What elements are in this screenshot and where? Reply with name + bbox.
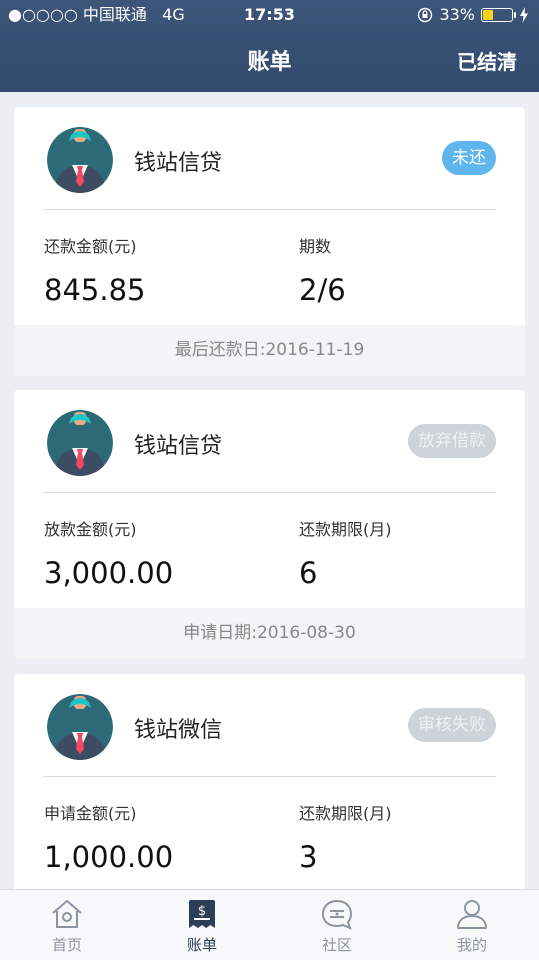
term-value: 2/6 bbox=[299, 273, 346, 307]
tab-profile[interactable]: 我的 bbox=[405, 890, 539, 960]
tab-community[interactable]: 社区 bbox=[270, 890, 404, 960]
bill-card[interactable]: 钱站微信 审核失败 申请金额(元) 还款期限(月) 1,000.00 3 bbox=[14, 674, 525, 892]
status-badge: 未还 bbox=[442, 141, 496, 175]
amount-label: 申请金额(元) bbox=[44, 804, 137, 823]
bill-card[interactable]: 钱站信贷 放弃借款 放款金额(元) 还款期限(月) 3,000.00 6 申请日… bbox=[14, 390, 525, 659]
svg-text:$: $ bbox=[198, 904, 206, 919]
card-footer: 最后还款日:2016-11-19 bbox=[14, 325, 525, 376]
amount-label: 放款金额(元) bbox=[44, 520, 137, 539]
tab-label: 首页 bbox=[51, 936, 82, 954]
settled-button[interactable]: 已结清 bbox=[457, 46, 517, 75]
lender-name: 钱站信贷 bbox=[134, 434, 223, 459]
term-label: 还款期限(月) bbox=[299, 804, 392, 823]
status-bar: ●○○○○ 中国联通 4G 17:53 33% bbox=[0, 0, 539, 30]
chat-icon bbox=[321, 899, 353, 930]
home-icon bbox=[52, 900, 82, 928]
lender-avatar-icon bbox=[47, 410, 113, 476]
tab-label: 账单 bbox=[186, 936, 217, 954]
card-footer: 申请日期:2016-08-30 bbox=[14, 608, 525, 659]
divider bbox=[43, 209, 496, 210]
tab-bill[interactable]: $ 账单 bbox=[135, 890, 269, 960]
tab-bar: 首页 $ 账单 社区 我的 bbox=[0, 889, 539, 960]
divider bbox=[43, 492, 496, 493]
term-label: 还款期限(月) bbox=[299, 520, 392, 539]
term-value: 3 bbox=[299, 840, 318, 874]
divider bbox=[43, 776, 496, 777]
lender-name: 钱站微信 bbox=[134, 718, 223, 743]
status-badge: 审核失败 bbox=[408, 708, 496, 742]
bill-icon: $ bbox=[189, 900, 215, 928]
term-value: 6 bbox=[299, 556, 318, 590]
battery-icon bbox=[481, 8, 516, 22]
amount-value: 845.85 bbox=[44, 273, 146, 307]
bill-card[interactable]: 钱站信贷 未还 还款金额(元) 期数 845.85 2/6 最后还款日:2016… bbox=[14, 107, 525, 376]
tab-label: 社区 bbox=[321, 936, 352, 954]
term-label: 期数 bbox=[299, 237, 332, 256]
tab-label: 我的 bbox=[456, 936, 487, 954]
amount-label: 还款金额(元) bbox=[44, 237, 137, 256]
amount-value: 1,000.00 bbox=[44, 840, 174, 874]
lender-name: 钱站信贷 bbox=[134, 151, 223, 176]
lender-avatar-icon bbox=[47, 127, 113, 193]
app-header: ●○○○○ 中国联通 4G 17:53 33% 账单 已结清 bbox=[0, 0, 539, 92]
rotation-lock-icon bbox=[418, 7, 433, 23]
status-badge: 放弃借款 bbox=[408, 424, 496, 458]
tab-home[interactable]: 首页 bbox=[0, 890, 134, 960]
user-icon bbox=[457, 900, 487, 929]
amount-value: 3,000.00 bbox=[44, 556, 174, 590]
lender-avatar-icon bbox=[47, 694, 113, 760]
charging-icon bbox=[520, 7, 528, 23]
battery-percent: 33% bbox=[439, 5, 475, 24]
